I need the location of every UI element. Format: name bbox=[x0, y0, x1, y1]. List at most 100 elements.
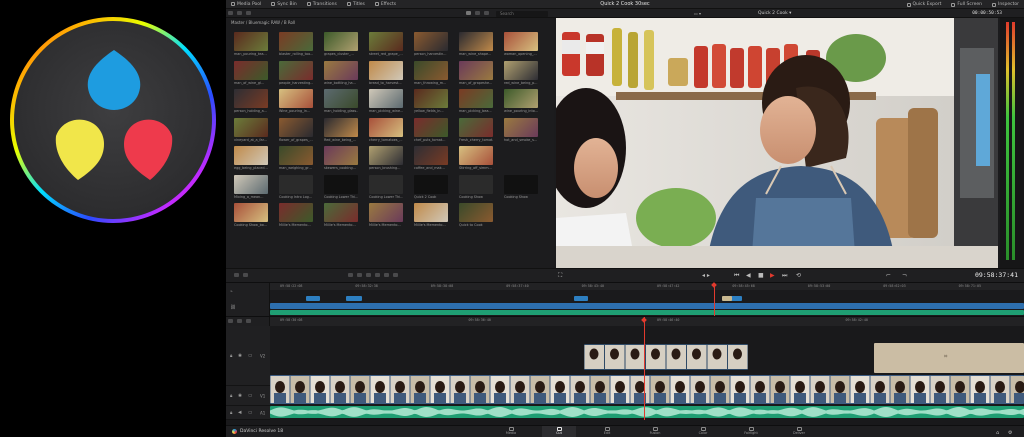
media-clip-thumbnail[interactable]: Fresh_cherry_tomat... bbox=[459, 117, 493, 142]
media-clip-thumbnail[interactable]: person_harvestin... bbox=[414, 32, 448, 56]
media-clip-thumbnail[interactable]: flower_of_grapes_... bbox=[279, 117, 313, 142]
media-clip-thumbnail[interactable]: person_holding_a... bbox=[234, 89, 268, 113]
monitor-icon[interactable]: ▭ bbox=[248, 393, 252, 398]
media-clip-thumbnail[interactable]: Millie's Memento... bbox=[369, 203, 403, 227]
media-clip-thumbnail[interactable]: Wine_pouring_in... bbox=[279, 89, 313, 113]
media-clip-thumbnail[interactable]: bread_to_harvest... bbox=[369, 60, 403, 85]
step-back-button[interactable]: ◀ bbox=[746, 272, 751, 280]
media-clip-thumbnail[interactable]: street_red_grape_... bbox=[369, 32, 403, 56]
lower-ruler[interactable]: 09:58:30:08 09:58:36:40 09:58:46:40 09:58:4… bbox=[270, 317, 1024, 326]
in-point-icon[interactable]: ⌐ bbox=[886, 272, 891, 280]
thumbnail-view-icon[interactable] bbox=[466, 11, 471, 15]
media-clip-thumbnail[interactable]: vineyard_at_a_far... bbox=[234, 117, 268, 142]
eye-icon[interactable]: ◉ bbox=[238, 353, 242, 358]
step-forward-button[interactable]: ⏭ bbox=[782, 272, 787, 280]
media-clip-thumbnail[interactable]: chef_puts_tomat... bbox=[414, 117, 448, 142]
lock-icon[interactable]: 🔒︎ bbox=[230, 393, 232, 399]
toolbar-quick-export-button[interactable]: Quick Export bbox=[902, 2, 947, 7]
media-clip-thumbnail[interactable]: Mixing_a_mean... bbox=[234, 174, 268, 199]
forward-icon[interactable] bbox=[246, 11, 251, 15]
media-clip-thumbnail[interactable]: Quick to Cook bbox=[459, 203, 493, 227]
prev-clip-icon[interactable]: ◂ ▸ bbox=[702, 272, 710, 280]
track-header-v1[interactable]: 🔒︎ ◉ ▭ V1 bbox=[226, 386, 270, 406]
media-clip-thumbnail[interactable]: wine_pouring_into... bbox=[504, 89, 538, 113]
media-clip-thumbnail[interactable]: man_picking_wine... bbox=[369, 89, 403, 113]
media-clip-thumbnail[interactable]: woman_opening_... bbox=[504, 32, 538, 56]
upper-v2-clip[interactable] bbox=[574, 296, 588, 301]
stop-button[interactable]: ■ bbox=[758, 272, 764, 280]
media-clip-thumbnail[interactable]: cherry_tomatoes_... bbox=[369, 117, 403, 142]
toolbar-transitions-button[interactable]: Transitions bbox=[302, 2, 342, 7]
toolbar-sync-bin-button[interactable]: Sync Bin bbox=[266, 2, 301, 7]
v2-title-clip[interactable]: ⌗ bbox=[874, 343, 1024, 373]
lower-timeline[interactable]: 09:58:30:08 09:58:36:40 09:58:46:40 09:58:4… bbox=[226, 316, 1024, 425]
back-icon[interactable] bbox=[237, 11, 242, 15]
home-icon[interactable]: ⌂ bbox=[996, 429, 999, 437]
media-clip-thumbnail[interactable]: Millie's Memento... bbox=[414, 203, 448, 227]
zoom-detail-icon[interactable] bbox=[246, 319, 251, 323]
page-tab-color[interactable]: Color bbox=[686, 426, 720, 437]
timeline-tools-icon[interactable] bbox=[234, 273, 239, 277]
v1-clip-strip[interactable] bbox=[270, 375, 1024, 404]
media-clip-thumbnail[interactable]: man_of_wine_gl... bbox=[234, 60, 268, 85]
viewer[interactable] bbox=[556, 18, 998, 268]
mute-icon[interactable]: ◀︎ bbox=[238, 410, 241, 415]
toolbar-media-pool-button[interactable]: Media Pool bbox=[226, 2, 266, 7]
media-clip-thumbnail[interactable]: Red_wine_being_... bbox=[324, 117, 358, 142]
media-clip-thumbnail[interactable]: man_of_grapeshe... bbox=[459, 60, 493, 85]
track-header-a1[interactable]: 🔒︎ ◀︎ ▭ A1 bbox=[226, 406, 270, 420]
list-view-icon[interactable] bbox=[475, 11, 480, 15]
media-clip-thumbnail[interactable]: yellow_fields_in... bbox=[414, 89, 448, 113]
page-tab-media[interactable]: Media bbox=[494, 426, 528, 437]
media-clip-thumbnail[interactable]: Cooking Intro Log... bbox=[279, 174, 313, 199]
skip-back-button[interactable]: ⏮ bbox=[734, 272, 739, 280]
v2-clip[interactable] bbox=[584, 344, 748, 370]
eye-icon[interactable]: ◉ bbox=[238, 393, 242, 398]
media-clip-thumbnail[interactable]: blaster_rolling_too... bbox=[279, 32, 313, 56]
media-clip-thumbnail[interactable]: coffee_and_mak... bbox=[414, 146, 448, 170]
smart-insert-icon[interactable] bbox=[348, 273, 353, 277]
monitor-icon[interactable]: ▭ bbox=[248, 353, 252, 358]
media-clip-thumbnail[interactable]: Quick 2 Cook bbox=[414, 174, 448, 199]
close-up-icon[interactable] bbox=[375, 273, 380, 277]
zoom-fit-icon[interactable] bbox=[237, 319, 242, 323]
media-clip-thumbnail[interactable]: man_throwing_m... bbox=[414, 60, 448, 85]
media-clip-thumbnail[interactable]: people_harvesting... bbox=[279, 60, 313, 85]
loop-button[interactable]: ⟲ bbox=[796, 272, 801, 280]
page-tab-fusion[interactable]: Fusion bbox=[638, 426, 672, 437]
media-clip-thumbnail[interactable]: Cooking Show bbox=[459, 174, 493, 199]
out-point-icon[interactable]: ¬ bbox=[902, 272, 907, 280]
page-tab-edit[interactable]: Edit bbox=[590, 426, 624, 437]
upper-v2-clip[interactable] bbox=[306, 296, 320, 301]
media-clip-thumbnail[interactable]: Cooking Show bbox=[504, 174, 538, 199]
page-tab-deliver[interactable]: Deliver bbox=[782, 426, 816, 437]
search-input[interactable]: Search bbox=[496, 10, 548, 17]
append-icon[interactable] bbox=[357, 273, 362, 277]
media-clip-thumbnail[interactable]: skewers_cooking... bbox=[324, 146, 358, 170]
solo-icon[interactable]: ▭ bbox=[248, 410, 252, 415]
track-tools-icon[interactable] bbox=[228, 319, 233, 323]
snap-icon[interactable]: ⌁ bbox=[230, 290, 233, 295]
media-clip-thumbnail[interactable]: Millie's Memento... bbox=[324, 203, 358, 227]
media-clip-thumbnail[interactable]: egg_being_placed... bbox=[234, 146, 268, 170]
media-clip-thumbnail[interactable]: red_wine_being_p... bbox=[504, 60, 538, 85]
upper-v2-clip[interactable] bbox=[346, 296, 362, 301]
zoom-dropdown[interactable]: ▭ ▾ bbox=[694, 9, 701, 18]
media-clip-thumbnail[interactable]: man_holding_glass... bbox=[324, 89, 358, 113]
toolbar-titles-button[interactable]: Titles bbox=[342, 2, 370, 7]
lower-playhead[interactable] bbox=[644, 317, 645, 420]
media-clip-thumbnail[interactable]: Millie's Memento... bbox=[279, 203, 313, 227]
play-button[interactable]: ▶ bbox=[770, 272, 775, 280]
upper-ruler[interactable]: 09:58:22:08 09:58:32:38 09:58:38:08 09:58:3… bbox=[270, 283, 1024, 290]
media-clip-thumbnail[interactable]: grapes_cluster_... bbox=[324, 32, 358, 56]
media-clip-thumbnail[interactable]: man_weighing_gr... bbox=[279, 146, 313, 170]
track-header-v2[interactable]: 🔒︎ ◉ ▭ V2 bbox=[226, 326, 270, 386]
a1-audio-clip[interactable] bbox=[270, 406, 1024, 418]
toolbar-inspector-button[interactable]: Inspector bbox=[987, 2, 1024, 7]
media-clip-thumbnail[interactable]: person_brushing... bbox=[369, 146, 403, 170]
bin-list-icon[interactable] bbox=[228, 11, 233, 15]
metadata-view-icon[interactable] bbox=[484, 11, 489, 15]
media-clip-thumbnail[interactable]: man_wine_shape... bbox=[459, 32, 493, 56]
media-clip-thumbnail[interactable]: man_pouring_tea... bbox=[234, 32, 268, 56]
media-clip-thumbnail[interactable]: Cooking Lower Thi... bbox=[324, 174, 358, 199]
